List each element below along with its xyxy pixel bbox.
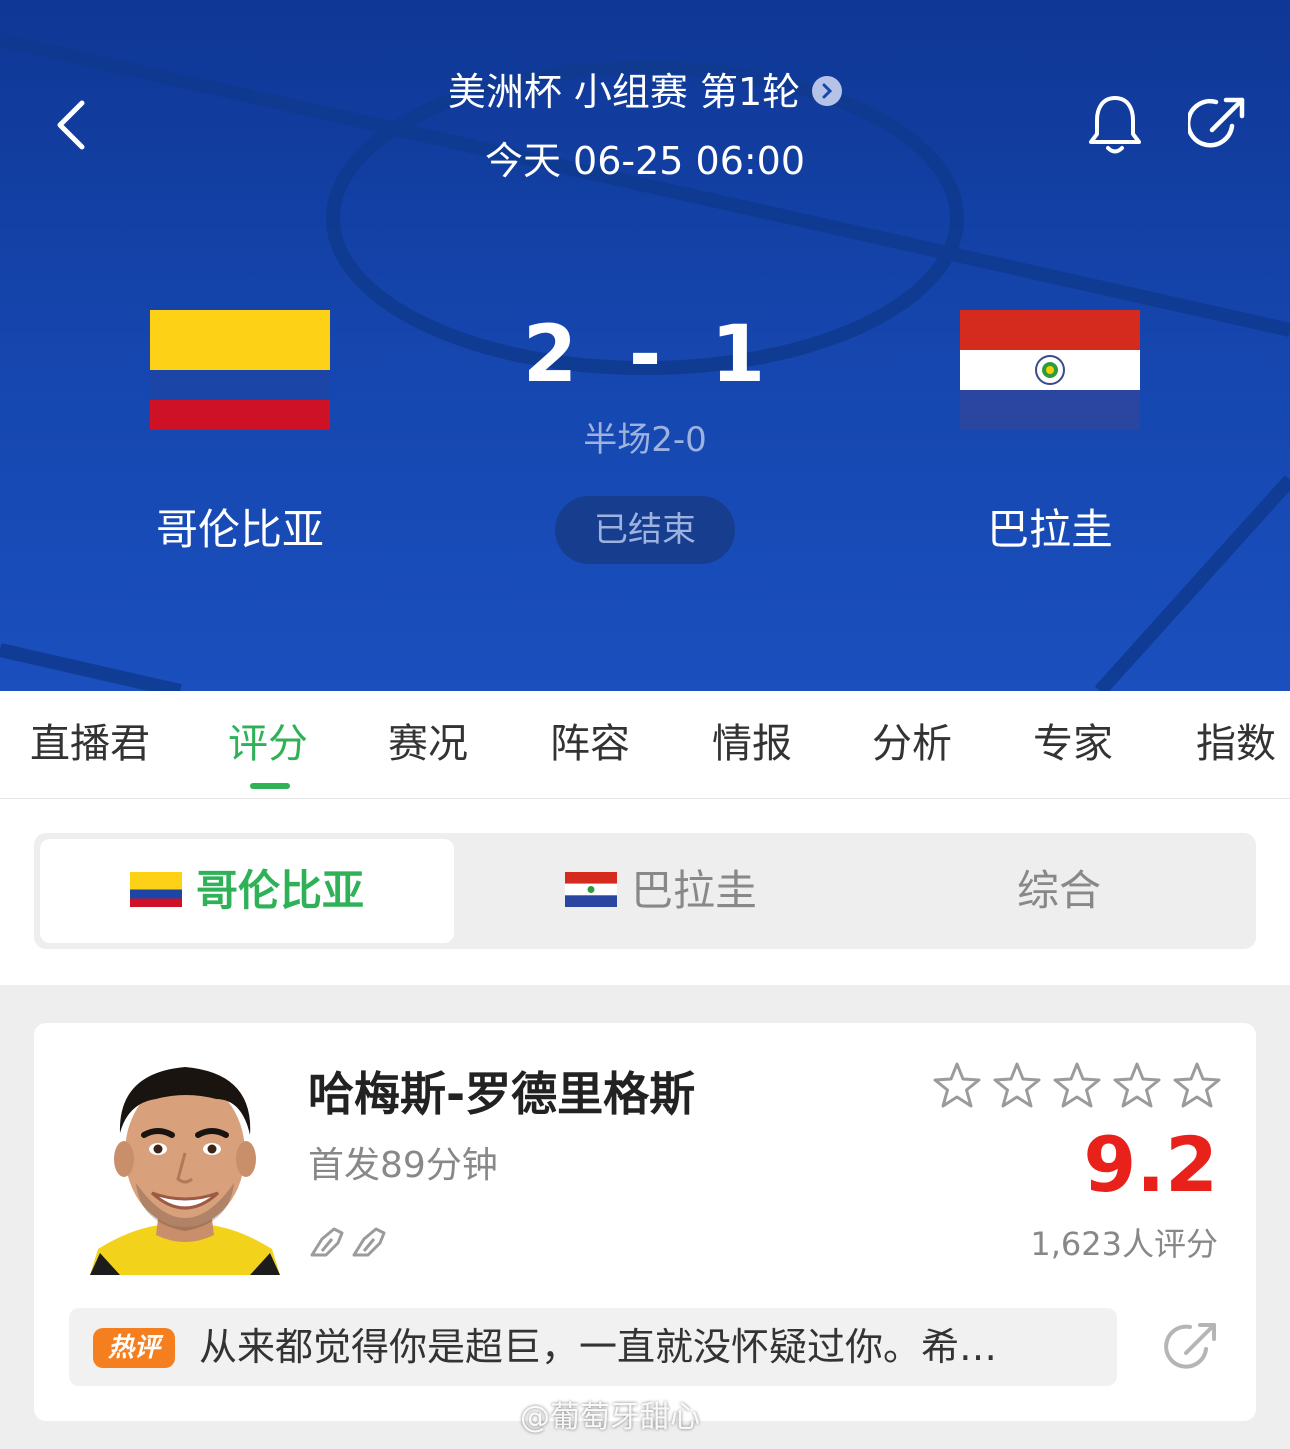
team-selector-section: 哥伦比亚 巴拉圭 综合 [0,799,1290,985]
tab-bar: 直播君 评分 赛况 阵容 情报 分析 专家 指数 [0,691,1290,799]
tab-intel[interactable]: 情报 [712,691,792,798]
star-icon[interactable] [992,1061,1042,1111]
star-icon[interactable] [1052,1061,1102,1111]
player-avatar [90,1067,280,1275]
hot-comment[interactable]: 热评 从来都觉得你是超巨，一直就没怀疑过你。希… [69,1308,1117,1386]
colombia-flag-icon [129,872,182,907]
home-team-name[interactable]: 哥伦比亚 [40,500,440,560]
assist-boots-icon [310,1227,386,1257]
star-icon[interactable] [932,1061,982,1111]
half-time-score: 半场2-0 [583,420,707,460]
paraguay-flag-icon [960,310,1140,430]
hot-comment-badge: 热评 [93,1328,175,1368]
score-separator: - [628,310,662,400]
star-icon[interactable] [1112,1061,1162,1111]
competition-label: 美洲杯 小组赛 第1轮 [447,70,801,114]
active-tab-indicator [250,783,290,789]
home-score: 2 [522,310,578,400]
segment-overall[interactable]: 综合 [868,839,1250,943]
star-rating-input [932,1061,1224,1113]
rater-count: 1,623人评分 [1030,1225,1218,1263]
share-icon [1164,1323,1216,1369]
team-segmented-control: 哥伦比亚 巴拉圭 综合 [34,833,1256,949]
tab-live[interactable]: 直播君 [30,691,150,798]
share-icon [1185,97,1245,148]
bell-icon [1089,96,1141,154]
segment-home-team[interactable]: 哥伦比亚 [40,839,454,943]
hot-comment-text: 从来都觉得你是超巨，一直就没怀疑过你。希… [199,1325,998,1369]
player-name: 哈梅斯-罗德里格斯 [308,1067,696,1121]
player-rating-card[interactable]: 哈梅斯-罗德里格斯 首发89分钟 9.2 1,623人评分 热评 从来都觉得你是… [34,1023,1256,1421]
watermark: @葡萄牙甜心 [520,1400,700,1435]
tab-analysis[interactable]: 分析 [872,691,952,798]
tab-experts[interactable]: 专家 [1033,691,1113,798]
match-status-badge: 已结束 [555,496,735,564]
match-header: 美洲杯 小组赛 第1轮 今天 06-25 06:00 2 - 1 半场2-0 哥… [0,0,1290,691]
away-score: 1 [710,310,766,400]
colombia-flag-icon [150,310,330,430]
tab-lineup[interactable]: 阵容 [550,691,630,798]
segment-away-team[interactable]: 巴拉圭 [454,839,868,943]
paraguay-flag-icon [564,872,617,907]
away-team-name[interactable]: 巴拉圭 [850,500,1250,560]
tab-odds[interactable]: 指数 [1196,691,1276,798]
tab-match-events[interactable]: 赛况 [388,691,468,798]
share-button[interactable] [1185,94,1248,154]
segment-away-label: 巴拉圭 [630,866,757,915]
player-rating-score: 9.2 [1083,1120,1218,1209]
player-minutes: 首发89分钟 [308,1145,498,1186]
comment-share-button[interactable] [1164,1319,1220,1375]
notify-button[interactable] [1085,92,1145,158]
tab-rating[interactable]: 评分 [228,691,308,798]
chevron-right-icon [812,75,843,106]
star-icon[interactable] [1172,1061,1222,1111]
segment-home-label: 哥伦比亚 [195,866,364,915]
